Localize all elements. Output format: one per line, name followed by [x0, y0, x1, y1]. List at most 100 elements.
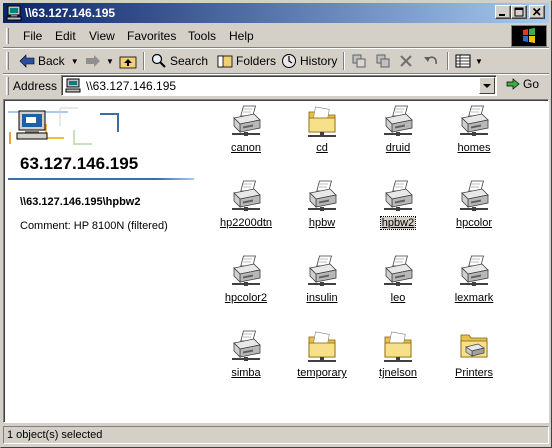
network-computer-icon — [65, 78, 81, 96]
address-dropdown-button[interactable] — [479, 77, 495, 94]
item-leo[interactable]: leo — [362, 254, 434, 322]
item-label: simba — [210, 367, 282, 379]
address-input[interactable]: \\63.127.146.195 — [61, 75, 497, 96]
selected-item-path: \\63.127.146.195\hpbw2 — [20, 196, 141, 208]
info-banner — [8, 104, 194, 150]
item-label: hpcolor — [438, 217, 510, 229]
item-label-text: lexmark — [454, 292, 494, 304]
item-label-text: temporary — [297, 367, 347, 379]
item-label-text: simba — [231, 367, 261, 379]
history-button[interactable]: History — [281, 51, 337, 71]
item-label-text: canon — [231, 142, 261, 154]
folders-icon — [217, 55, 233, 68]
search-label: Search — [170, 54, 209, 68]
item-label: hpcolor2 — [210, 292, 282, 304]
up-folder-icon — [119, 56, 137, 69]
item-label: temporary — [286, 367, 358, 379]
item-label-text: cd — [316, 142, 328, 154]
item-canon[interactable]: canon — [210, 104, 282, 172]
toolbar-separator — [343, 52, 345, 70]
menu-help[interactable]: Help — [229, 29, 254, 43]
move-to-button[interactable] — [351, 51, 370, 71]
windows-logo-icon — [511, 25, 547, 47]
chevron-down-icon — [483, 84, 491, 88]
menu-file[interactable]: File — [23, 29, 42, 43]
toolbar-separator — [447, 52, 449, 70]
network-computer-icon — [6, 5, 22, 21]
item-temporary[interactable]: temporary — [286, 329, 358, 397]
item-label-text: Printers — [455, 367, 493, 379]
undo-button[interactable] — [423, 51, 442, 71]
item-label: leo — [362, 292, 434, 304]
item-hpcolor[interactable]: hpcolor — [438, 179, 510, 247]
back-label: Back — [38, 54, 65, 68]
minimize-button[interactable] — [495, 5, 511, 19]
item-label-text: hpbw — [308, 217, 336, 229]
item-label: druid — [362, 142, 434, 154]
item-cd[interactable]: cd — [286, 104, 358, 172]
views-button[interactable]: ▼ — [455, 51, 483, 71]
views-dropdown-icon[interactable]: ▼ — [475, 57, 483, 66]
item-printers[interactable]: Printers — [438, 329, 510, 397]
item-label: canon — [210, 142, 282, 154]
back-dropdown-icon[interactable]: ▼ — [71, 57, 79, 66]
copy-to-icon — [376, 54, 390, 68]
forward-button[interactable]: ▼ — [85, 51, 114, 71]
back-arrow-icon — [19, 54, 35, 68]
menu-edit[interactable]: Edit — [55, 29, 76, 43]
explorer-window: \\63.127.146.195 File Edit View Favorite… — [0, 0, 552, 448]
item-hpbw2[interactable]: hpbw2 — [362, 179, 434, 247]
status-pane: 1 object(s) selected — [3, 426, 549, 444]
item-label: insulin — [286, 292, 358, 304]
menu-view[interactable]: View — [89, 29, 115, 43]
standard-toolbar: Back ▼ ▼ Search Folders History ▼ — [3, 49, 549, 73]
item-hpbw[interactable]: hpbw — [286, 179, 358, 247]
item-druid[interactable]: druid — [362, 104, 434, 172]
addressbar-grip[interactable] — [6, 77, 9, 95]
back-button[interactable]: Back ▼ — [19, 51, 79, 71]
menubar-grip[interactable] — [6, 28, 9, 44]
item-label-text: druid — [385, 142, 411, 154]
item-label-text: leo — [390, 292, 406, 304]
item-hp2200dtn[interactable]: hp2200dtn — [210, 179, 282, 247]
menu-favorites[interactable]: Favorites — [127, 29, 176, 43]
folder-view[interactable]: 63.127.146.195 \\63.127.146.195\hpbw2 Co… — [3, 99, 549, 423]
history-label: History — [300, 54, 338, 68]
item-label-text: insulin — [306, 292, 338, 304]
delete-button[interactable] — [399, 51, 416, 71]
web-view-info-pane: 63.127.146.195 \\63.127.146.195\hpbw2 Co… — [8, 104, 194, 404]
item-label: hpbw2 — [362, 216, 434, 230]
item-simba[interactable]: simba — [210, 329, 282, 397]
item-label-text: hpcolor — [455, 217, 493, 229]
computer-large-icon — [16, 110, 50, 143]
undo-icon — [424, 56, 437, 65]
status-bar: 1 object(s) selected — [3, 425, 549, 445]
item-hpcolor2[interactable]: hpcolor2 — [210, 254, 282, 322]
go-arrow-icon — [506, 78, 520, 90]
forward-dropdown-icon[interactable]: ▼ — [106, 57, 114, 66]
item-lexmark[interactable]: lexmark — [438, 254, 510, 322]
copy-to-button[interactable] — [375, 51, 394, 71]
go-button[interactable]: Go — [506, 77, 539, 91]
item-label: homes — [438, 142, 510, 154]
address-value: \\63.127.146.195 — [86, 79, 177, 93]
item-insulin[interactable]: insulin — [286, 254, 358, 322]
toolbar-grip[interactable] — [6, 52, 9, 70]
address-label: Address — [13, 79, 58, 93]
item-label-text: tjnelson — [379, 367, 417, 379]
menu-tools[interactable]: Tools — [188, 29, 216, 43]
info-pane-divider — [8, 178, 194, 180]
up-folder-button[interactable] — [119, 51, 140, 71]
window-title: \\63.127.146.195 — [25, 6, 116, 20]
close-button[interactable] — [529, 5, 545, 19]
title-bar[interactable]: \\63.127.146.195 — [3, 3, 549, 23]
item-tjnelson[interactable]: tjnelson — [362, 329, 434, 397]
maximize-button[interactable] — [511, 5, 527, 19]
item-label: Printers — [438, 367, 510, 379]
item-label-text: hpcolor2 — [224, 292, 268, 304]
folders-button[interactable]: Folders — [217, 51, 276, 71]
search-button[interactable]: Search — [151, 51, 208, 71]
item-homes[interactable]: homes — [438, 104, 510, 172]
move-to-icon — [352, 54, 366, 68]
item-label: hp2200dtn — [210, 217, 282, 229]
